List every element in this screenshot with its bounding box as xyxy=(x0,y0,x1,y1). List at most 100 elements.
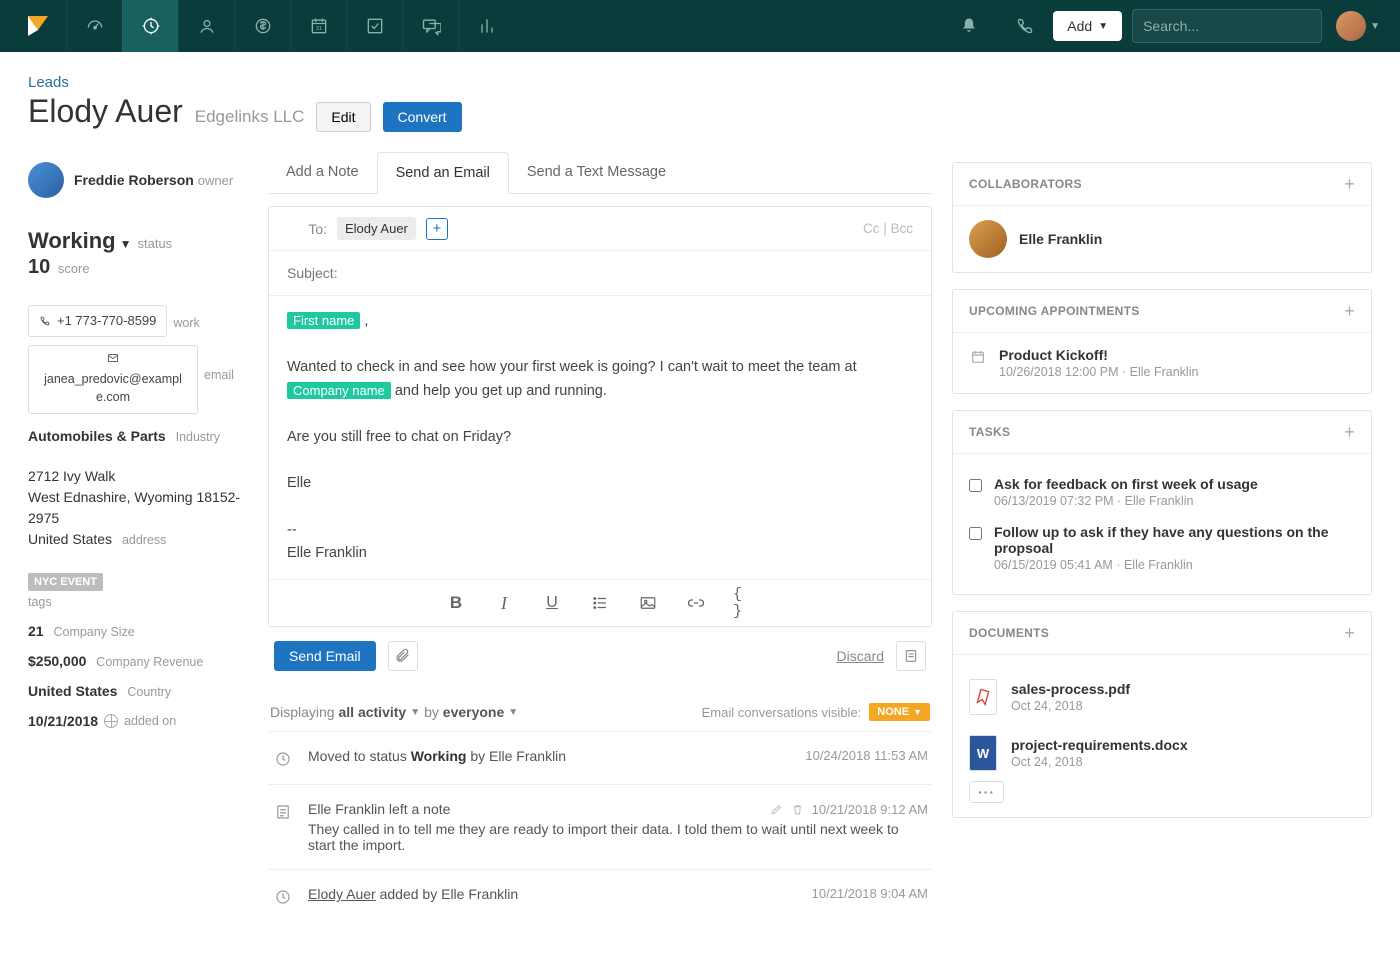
add-document-button[interactable]: + xyxy=(1344,624,1355,642)
compose-tabs: Add a Note Send an Email Send a Text Mes… xyxy=(268,152,932,194)
list-button[interactable] xyxy=(589,592,611,614)
body-sign1: Elle xyxy=(287,475,311,491)
tab-text[interactable]: Send a Text Message xyxy=(509,152,684,193)
phone-icon[interactable] xyxy=(997,0,1053,52)
industry-label: Industry xyxy=(176,430,220,444)
calendar-icon[interactable]: 31 xyxy=(290,0,346,52)
body-line1: Wanted to check in and see how your firs… xyxy=(287,359,857,375)
email-body[interactable]: First name , Wanted to check in and see … xyxy=(269,296,931,579)
task-checkbox[interactable] xyxy=(969,479,982,492)
firstname-token[interactable]: First name xyxy=(287,312,360,329)
conversations-icon[interactable] xyxy=(402,0,458,52)
add-recipient-button[interactable]: + xyxy=(426,218,448,240)
italic-button[interactable]: I xyxy=(493,592,515,614)
score-label: score xyxy=(58,261,90,276)
feed-filter: Displaying all activity▼ by everyone▼ Em… xyxy=(268,685,932,731)
phone-icon xyxy=(39,315,51,327)
add-button[interactable]: Add▼ xyxy=(1053,11,1122,41)
dashboard-icon[interactable] xyxy=(66,0,122,52)
convert-button[interactable]: Convert xyxy=(383,102,462,132)
status-selector[interactable]: Working▼status xyxy=(28,228,248,254)
task-title[interactable]: Follow up to ask if they have any questi… xyxy=(994,524,1355,556)
filter-activity[interactable]: all activity xyxy=(338,704,406,720)
contacts-icon[interactable] xyxy=(178,0,234,52)
page-header: Leads Elody Auer Edgelinks LLC Edit Conv… xyxy=(0,52,1400,142)
feed-lead-link[interactable]: Elody Auer xyxy=(308,886,376,902)
appointment-row[interactable]: Product Kickoff! 10/26/2018 12:00 PM · E… xyxy=(969,347,1355,379)
deals-icon[interactable] xyxy=(234,0,290,52)
collaborator-row[interactable]: Elle Franklin xyxy=(969,220,1355,258)
composer-actions: Send Email Discard xyxy=(268,627,932,685)
add-appointment-button[interactable]: + xyxy=(1344,302,1355,320)
pencil-icon[interactable] xyxy=(770,803,783,816)
email-pill[interactable]: janea_predovic@example.com xyxy=(28,345,198,415)
send-email-button[interactable]: Send Email xyxy=(274,641,376,671)
body-line2: and help you get up and running. xyxy=(395,383,607,399)
tag-badge[interactable]: NYC EVENT xyxy=(28,573,103,591)
search-input[interactable] xyxy=(1143,18,1324,34)
email-composer: To: Elody Auer + Cc | Bcc Subject: First… xyxy=(268,206,932,627)
collaborator-avatar xyxy=(969,220,1007,258)
owner-row[interactable]: Freddie Robersonowner xyxy=(28,162,248,198)
edit-button[interactable]: Edit xyxy=(316,102,370,132)
task-title[interactable]: Ask for feedback on first week of usage xyxy=(994,476,1258,492)
document-row[interactable]: W project-requirements.docx Oct 24, 2018 xyxy=(969,725,1355,781)
recipient-chip[interactable]: Elody Auer xyxy=(337,217,416,240)
leads-icon[interactable] xyxy=(122,0,178,52)
subject-row[interactable]: Subject: xyxy=(269,251,931,296)
filter-who[interactable]: everyone xyxy=(443,704,504,720)
country-value: United States xyxy=(28,683,117,699)
code-button[interactable]: { } xyxy=(733,592,755,614)
visibility-pill[interactable]: NONE▼ xyxy=(869,703,930,721)
bell-icon[interactable] xyxy=(941,0,997,52)
attachment-button[interactable] xyxy=(388,641,418,671)
more-documents-button[interactable]: ··· xyxy=(969,781,1004,803)
reports-icon[interactable] xyxy=(458,0,514,52)
company-token[interactable]: Company name xyxy=(287,382,391,399)
add-collaborator-button[interactable]: + xyxy=(1344,175,1355,193)
cc-bcc-toggle[interactable]: Cc | Bcc xyxy=(863,221,913,236)
user-menu-caret[interactable]: ▼ xyxy=(1370,21,1380,32)
tab-email[interactable]: Send an Email xyxy=(377,152,509,194)
lead-company: Edgelinks LLC xyxy=(195,107,305,127)
tasks-card: TASKS+ Ask for feedback on first week of… xyxy=(952,410,1372,595)
addr-line1: 2712 Ivy Walk xyxy=(28,466,248,487)
body-sigdash: -- xyxy=(287,522,297,538)
owner-avatar xyxy=(28,162,64,198)
discard-link[interactable]: Discard xyxy=(837,648,884,664)
tab-note[interactable]: Add a Note xyxy=(268,152,377,193)
calendar-icon xyxy=(969,347,987,365)
task-meta: 06/13/2019 07:32 PM · Elle Franklin xyxy=(994,494,1258,508)
user-avatar[interactable] xyxy=(1336,11,1366,41)
app-logo[interactable] xyxy=(22,10,54,42)
body-sign2: Elle Franklin xyxy=(287,545,367,561)
addr-line2: West Ednashire, Wyoming 18152-2975 xyxy=(28,487,248,529)
country-label: Country xyxy=(127,685,171,699)
underline-button[interactable]: U xyxy=(541,592,563,614)
task-row: Follow up to ask if they have any questi… xyxy=(969,516,1355,580)
task-meta: 06/15/2019 05:41 AM · Elle Franklin xyxy=(994,558,1355,572)
document-row[interactable]: sales-process.pdf Oct 24, 2018 xyxy=(969,669,1355,725)
breadcrumb[interactable]: Leads xyxy=(28,74,1372,91)
bold-button[interactable]: B xyxy=(445,592,467,614)
addr-line3: United States xyxy=(28,531,112,547)
appointments-card: UPCOMING APPOINTMENTS + Product Kickoff! … xyxy=(952,289,1372,394)
document-name: sales-process.pdf xyxy=(1011,681,1130,697)
status-label: status xyxy=(137,236,172,251)
link-button[interactable] xyxy=(685,592,707,614)
appointments-heading: UPCOMING APPOINTMENTS xyxy=(969,304,1140,318)
added-on-label: added on xyxy=(124,714,176,728)
note-icon xyxy=(272,801,294,853)
filter-displaying: Displaying xyxy=(270,704,335,720)
task-checkbox[interactable] xyxy=(969,527,982,540)
image-button[interactable] xyxy=(637,592,659,614)
tasks-icon[interactable] xyxy=(346,0,402,52)
trash-icon[interactable] xyxy=(791,803,804,816)
addr-label: address xyxy=(122,533,166,547)
phone-pill[interactable]: +1 773-770-8599 xyxy=(28,305,167,337)
add-task-button[interactable]: + xyxy=(1344,423,1355,441)
filter-conv-label: Email conversations visible: xyxy=(702,705,862,720)
search-box[interactable] xyxy=(1132,9,1322,43)
filter-by: by xyxy=(424,704,439,720)
template-button[interactable] xyxy=(896,641,926,671)
